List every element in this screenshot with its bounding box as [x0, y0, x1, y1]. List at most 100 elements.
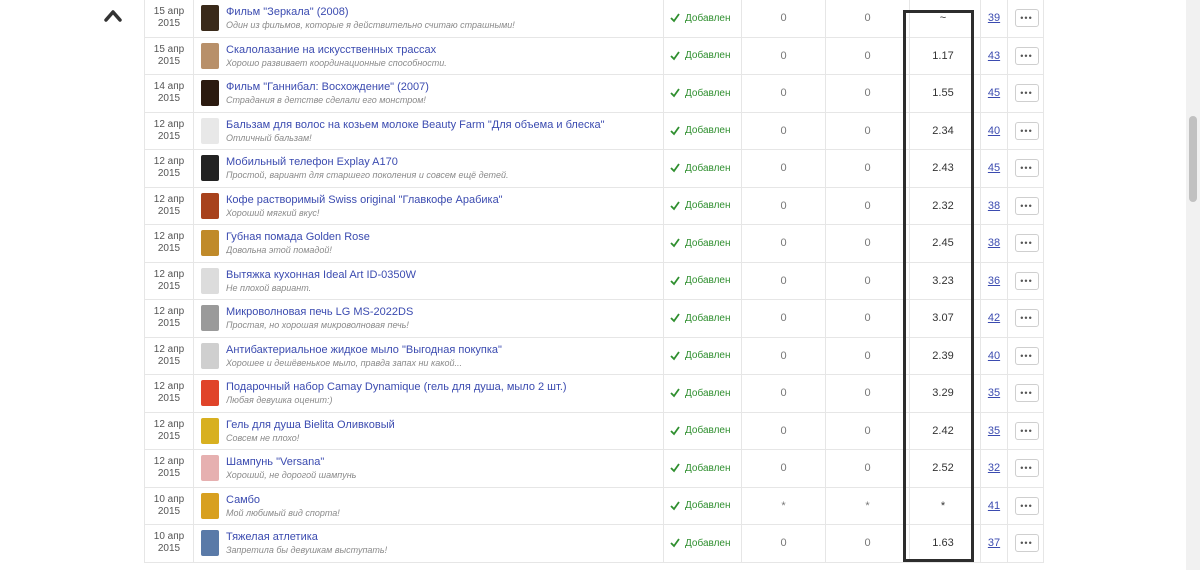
review-count-link[interactable]: 32 [980, 450, 1008, 487]
item-thumbnail[interactable] [201, 42, 219, 69]
review-count-link[interactable]: 39 [980, 0, 1008, 37]
more-options-button[interactable]: ••• [1014, 121, 1039, 140]
date-year: 2015 [157, 468, 181, 479]
thumbnail-cell[interactable] [196, 0, 224, 37]
item-thumbnail[interactable] [201, 492, 219, 519]
item-thumbnail[interactable] [201, 192, 219, 219]
item-subtitle: Довольна этой помадой! [226, 245, 332, 255]
item-title-link[interactable]: Вытяжка кухонная Ideal Art ID-0350W [226, 269, 663, 281]
item-thumbnail[interactable] [201, 455, 219, 482]
review-count-link[interactable]: 35 [980, 412, 1008, 449]
item-title-link[interactable]: Гель для душа Bielita Оливковый [226, 419, 663, 431]
thumbnail-cell[interactable] [196, 300, 224, 337]
more-options-button[interactable]: ••• [1014, 46, 1039, 65]
item-title-link[interactable]: Тяжелая атлетика [226, 531, 663, 543]
count-1-cell: 0 [742, 187, 826, 224]
date-cell: 12 апр 2015 [144, 412, 194, 449]
thumbnail-cell[interactable] [196, 375, 224, 412]
item-title-link[interactable]: Фильм "Зеркала" (2008) [226, 6, 663, 18]
review-count-link[interactable]: 38 [980, 187, 1008, 224]
item-title-link[interactable]: Фильм "Ганнибал: Восхождение" (2007) [226, 81, 663, 93]
more-options-button[interactable]: ••• [1014, 496, 1039, 515]
thumbnail-cell[interactable] [196, 450, 224, 487]
item-thumbnail[interactable] [201, 5, 219, 32]
title-cell: Гель для душа Bielita Оливковый Совсем н… [226, 412, 664, 449]
status-label: Добавлен [685, 162, 731, 174]
score-cell: 2.45 [932, 237, 954, 250]
review-count-link[interactable]: 40 [980, 337, 1008, 374]
status-label: Добавлен [685, 312, 731, 324]
thumbnail-cell[interactable] [196, 225, 224, 262]
thumbnail-cell[interactable] [196, 338, 224, 375]
review-count-link[interactable]: 35 [980, 375, 1008, 412]
thumbnail-cell[interactable] [196, 263, 224, 300]
item-thumbnail[interactable] [201, 117, 219, 144]
count-1-cell: 0 [742, 75, 826, 112]
table-row: 15 апр 2015 Скалолазание на искусственны… [144, 37, 1044, 75]
more-options-button[interactable]: ••• [1014, 309, 1039, 328]
item-title-link[interactable]: Самбо [226, 494, 663, 506]
item-thumbnail[interactable] [201, 155, 219, 182]
more-options-button[interactable]: ••• [1014, 346, 1039, 365]
item-thumbnail[interactable] [201, 267, 219, 294]
title-cell: Подарочный набор Camay Dynamique (гель д… [226, 375, 664, 412]
more-options-button[interactable]: ••• [1014, 159, 1039, 178]
item-thumbnail[interactable] [201, 80, 219, 107]
scrollbar-thumb[interactable] [1189, 116, 1197, 202]
status-cell: Добавлен [664, 0, 742, 37]
item-thumbnail[interactable] [201, 380, 219, 407]
item-title-link[interactable]: Микроволновая печь LG MS-2022DS [226, 306, 663, 318]
item-title-link[interactable]: Губная помада Golden Rose [226, 231, 663, 243]
thumbnail-cell[interactable] [196, 75, 224, 112]
status-cell: Добавлен [664, 300, 742, 337]
review-count-link[interactable]: 40 [980, 112, 1008, 149]
thumbnail-cell[interactable] [196, 525, 224, 562]
review-count-link[interactable]: 38 [980, 225, 1008, 262]
more-options-button[interactable]: ••• [1014, 271, 1039, 290]
scrollbar[interactable] [1186, 0, 1200, 570]
review-count-link[interactable]: 45 [980, 150, 1008, 187]
more-options-button[interactable]: ••• [1014, 384, 1039, 403]
item-thumbnail[interactable] [201, 230, 219, 257]
item-thumbnail[interactable] [201, 417, 219, 444]
item-title-link[interactable]: Подарочный набор Camay Dynamique (гель д… [226, 381, 663, 393]
item-thumbnail[interactable] [201, 305, 219, 332]
item-title-link[interactable]: Кофе растворимый Swiss original "Главкоф… [226, 194, 663, 206]
thumbnail-cell[interactable] [196, 38, 224, 75]
item-title-link[interactable]: Бальзам для волос на козьем молоке Beaut… [226, 119, 663, 131]
count-2-cell: 0 [826, 150, 910, 187]
review-count-link[interactable]: 45 [980, 75, 1008, 112]
review-count-link[interactable]: 42 [980, 300, 1008, 337]
thumbnail-cell[interactable] [196, 113, 224, 150]
thumbnail-cell[interactable] [196, 188, 224, 225]
review-count-link[interactable]: 41 [980, 487, 1008, 524]
item-thumbnail[interactable] [201, 530, 219, 557]
check-icon [670, 201, 680, 211]
review-count-link[interactable]: 43 [980, 37, 1008, 74]
more-options-button[interactable]: ••• [1014, 84, 1039, 103]
status-cell: Добавлен [664, 225, 742, 262]
item-title-link[interactable]: Антибактериальное жидкое мыло "Выгодная … [226, 344, 663, 356]
thumbnail-cell[interactable] [196, 150, 224, 187]
more-options-button[interactable]: ••• [1014, 196, 1039, 215]
date-year: 2015 [157, 280, 181, 292]
thumbnail-cell[interactable] [196, 488, 224, 525]
item-subtitle: Хороший мягкий вкус! [226, 207, 320, 218]
item-title-link[interactable]: Шампунь "Versana" [226, 456, 663, 468]
thumbnail-cell[interactable] [196, 413, 224, 450]
more-options-button[interactable]: ••• [1014, 421, 1039, 440]
count-2-cell: 0 [826, 37, 910, 74]
more-options-button[interactable]: ••• [1014, 9, 1039, 28]
date-day: 14 апр [153, 81, 185, 92]
reviews-table: 15 апр 2015 Фильм "Зеркала" (2008) Один … [144, 0, 1044, 563]
collapse-arrow-icon[interactable] [104, 8, 122, 22]
item-title-link[interactable]: Мобильный телефон Explay A170 [226, 156, 663, 168]
item-thumbnail[interactable] [201, 342, 219, 369]
more-options-button[interactable]: ••• [1014, 234, 1039, 253]
item-title-link[interactable]: Скалолазание на искусственных трассах [226, 44, 663, 56]
score-cell: 1.55 [932, 87, 954, 100]
review-count-link[interactable]: 36 [980, 262, 1008, 299]
more-options-button[interactable]: ••• [1014, 459, 1039, 478]
more-options-button[interactable]: ••• [1014, 534, 1039, 553]
review-count-link[interactable]: 37 [980, 525, 1008, 562]
